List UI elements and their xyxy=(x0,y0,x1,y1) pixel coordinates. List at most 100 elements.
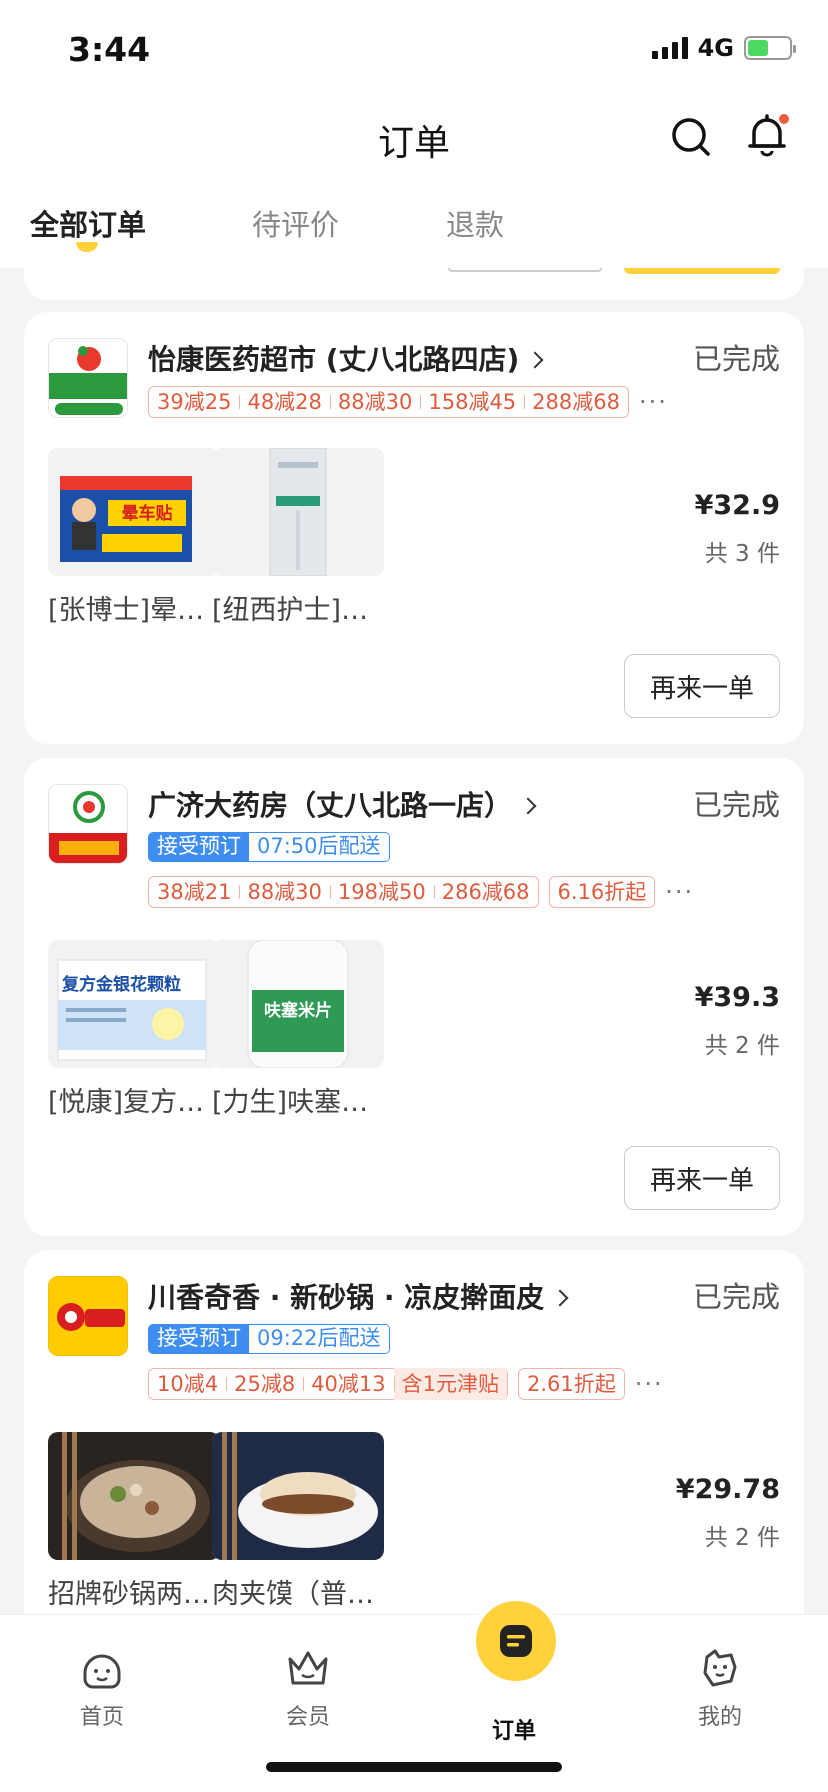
chevron-right-icon xyxy=(519,797,537,815)
chevron-right-icon xyxy=(526,351,544,369)
notification-dot xyxy=(779,114,789,124)
order-card[interactable]: 广济大药房（丈八北路一店） 已完成 接受预订 07:50后配送 38减21 88… xyxy=(24,758,804,1236)
item-thumbnail[interactable]: 复方金银花颗粒 xyxy=(48,940,220,1068)
promo-row: 10减4 25减8 40减13 含1元津贴 2.61折起 ··· xyxy=(148,1368,664,1400)
item-thumbnail[interactable] xyxy=(212,448,384,576)
promo-tag: 39减25 xyxy=(157,390,232,414)
thumb-label: 复方金银花颗粒 xyxy=(61,974,181,995)
presale-time: 07:50后配送 xyxy=(249,833,389,861)
presale-tag: 接受预订 xyxy=(149,833,249,861)
discount-group: 6.16折起 xyxy=(548,876,656,908)
previous-card-button[interactable] xyxy=(448,268,602,272)
promo-tag: 158减45 xyxy=(420,386,524,418)
item-count: 共 2 件 xyxy=(704,1033,780,1059)
tab-refund[interactable]: 退款 xyxy=(446,202,504,244)
more-promos-icon[interactable]: ··· xyxy=(639,388,668,416)
tabbar-label: 首页 xyxy=(79,1705,124,1730)
promo-tag: 48减28 xyxy=(239,386,329,418)
order-status: 已完成 xyxy=(692,1280,780,1314)
tabbar-item-orders[interactable]: 订单 xyxy=(454,1709,574,1745)
order-price: ¥29.78 xyxy=(675,1474,780,1505)
item-name: [力生]呋塞… xyxy=(212,1087,369,1118)
chevron-right-icon xyxy=(551,1289,569,1307)
order-card[interactable]: 川香奇香 · 新砂锅 · 凉皮擀面皮 已完成 接受预订 09:22后配送 10减… xyxy=(24,1250,804,1670)
home-indicator xyxy=(266,1762,562,1772)
profile-icon xyxy=(703,1649,737,1687)
thumb-label: 晕车贴 xyxy=(122,503,173,524)
signal-icon xyxy=(651,37,688,59)
more-promos-icon[interactable]: ··· xyxy=(635,1370,664,1398)
promo-tag: 10减4 xyxy=(157,1372,219,1396)
promo-group: 39减25 48减28 88减30 158减45 288减68 xyxy=(148,386,629,418)
presale-badge: 接受预订 07:50后配送 xyxy=(148,832,390,862)
tabbar-label: 我的 xyxy=(697,1705,742,1730)
promo-tag: 38减21 xyxy=(157,880,232,904)
item-name: [张博士]晕… xyxy=(48,595,205,626)
promo-tag: 25减8 xyxy=(226,1368,303,1400)
tab-to-review[interactable]: 待评价 xyxy=(252,202,339,244)
item-thumbnail[interactable]: 呋塞米片 xyxy=(212,940,384,1068)
promo-tag: 286减68 xyxy=(433,876,538,908)
orders-tab-icon[interactable] xyxy=(476,1601,556,1681)
promo-tag: 88减30 xyxy=(239,876,329,908)
discount-tag: 2.61折起 xyxy=(527,1372,616,1396)
item-name: 肉夹馍（普… xyxy=(212,1579,374,1610)
item-name: 招牌砂锅两… xyxy=(48,1579,210,1610)
tab-all-orders[interactable]: 全部订单 xyxy=(30,202,146,244)
nav-header: 订单 xyxy=(0,100,828,190)
store-logo xyxy=(48,1276,128,1356)
order-tabs: 全部订单 待评价 退款 xyxy=(0,190,828,268)
tabbar-item-home[interactable]: 首页 xyxy=(42,1645,162,1731)
promo-group: 10减4 25减8 40减13 含1元津贴 xyxy=(148,1368,509,1400)
active-tab-indicator xyxy=(76,242,98,252)
promo-tag: 198减50 xyxy=(329,876,434,908)
item-count: 共 2 件 xyxy=(704,1525,780,1551)
subsidy-tag: 含1元津贴 xyxy=(393,1368,508,1400)
search-icon[interactable] xyxy=(668,114,712,158)
promo-tag: 288减68 xyxy=(524,386,628,418)
store-logo xyxy=(48,784,128,864)
store-name[interactable]: 怡康医药超市 (丈八北路四店) xyxy=(148,338,544,378)
discount-tag: 6.16折起 xyxy=(557,880,647,904)
status-time: 3:44 xyxy=(68,30,151,69)
promo-row: 38减21 88减30 198减50 286减68 6.16折起 ··· xyxy=(148,876,694,908)
tabbar-label: 会员 xyxy=(285,1705,330,1730)
item-name: [悦康]复方… xyxy=(48,1087,205,1118)
item-count: 共 3 件 xyxy=(704,541,780,567)
presale-badge: 接受预订 09:22后配送 xyxy=(148,1324,390,1354)
order-icon xyxy=(500,1625,532,1657)
thumb-label: 呋塞米片 xyxy=(264,1000,332,1021)
item-thumbnail[interactable] xyxy=(48,1432,220,1560)
status-bar: 3:44 4G xyxy=(0,0,828,100)
more-promos-icon[interactable]: ··· xyxy=(665,878,694,906)
item-thumbnail[interactable]: 晕车贴 xyxy=(48,448,220,576)
previous-card-primary-button[interactable] xyxy=(624,268,780,274)
tabbar-item-member[interactable]: 会员 xyxy=(248,1645,368,1731)
reorder-button[interactable]: 再来一单 xyxy=(624,1146,780,1210)
previous-order-card xyxy=(24,268,804,300)
order-card[interactable]: 怡康医药超市 (丈八北路四店) 已完成 39减25 48减28 88减30 15… xyxy=(24,312,804,744)
presale-time: 09:22后配送 xyxy=(249,1325,389,1353)
store-name[interactable]: 广济大药房（丈八北路一店） xyxy=(148,784,537,824)
home-icon xyxy=(83,1654,121,1689)
tabbar-label: 订单 xyxy=(491,1719,536,1744)
promo-row: 39减25 48减28 88减30 158减45 288减68 ··· xyxy=(148,386,668,418)
status-indicators: 4G xyxy=(651,34,796,62)
battery-icon xyxy=(744,36,796,60)
promo-tag: 88减30 xyxy=(329,386,420,418)
order-price: ¥32.9 xyxy=(694,490,780,521)
promo-group: 38减21 88减30 198减50 286减68 xyxy=(148,876,539,908)
order-status: 已完成 xyxy=(692,788,780,822)
reorder-button[interactable]: 再来一单 xyxy=(624,654,780,718)
network-type: 4G xyxy=(697,34,734,62)
crown-icon xyxy=(288,1651,328,1685)
order-price: ¥39.3 xyxy=(694,982,780,1013)
presale-tag: 接受预订 xyxy=(149,1325,249,1353)
promo-tag: 40减13 xyxy=(303,1368,393,1400)
discount-group: 2.61折起 xyxy=(518,1368,625,1400)
item-thumbnail[interactable] xyxy=(212,1432,384,1560)
tabbar-item-mine[interactable]: 我的 xyxy=(660,1645,780,1731)
store-name[interactable]: 川香奇香 · 新砂锅 · 凉皮擀面皮 xyxy=(148,1276,569,1316)
order-status: 已完成 xyxy=(692,342,780,376)
store-logo xyxy=(48,338,128,418)
